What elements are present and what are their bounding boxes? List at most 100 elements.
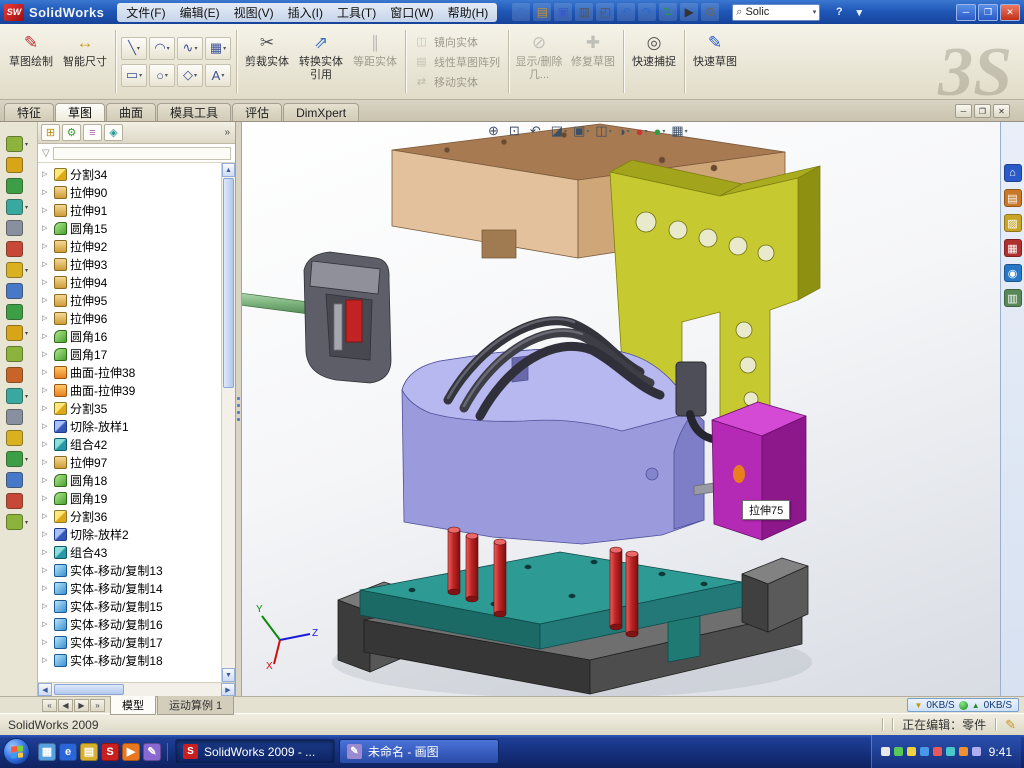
- doc-close-button[interactable]: ✕: [993, 104, 1010, 118]
- flyout-arrow-icon[interactable]: ▾: [25, 456, 31, 463]
- feature-tree-item[interactable]: ▷ 分割36: [38, 507, 221, 525]
- toolbar-button[interactable]: ◎ 快速捕捉: [627, 26, 681, 97]
- toolbar-options-icon[interactable]: ▾: [851, 4, 867, 20]
- flyout-arrow-icon[interactable]: ▾: [25, 330, 31, 337]
- expand-arrow-icon[interactable]: ▷: [42, 278, 51, 286]
- expand-arrow-icon[interactable]: ▷: [42, 206, 51, 214]
- expand-arrow-icon[interactable]: ▷: [42, 584, 51, 592]
- mold-tool-5[interactable]: ▾: [6, 220, 31, 236]
- new-document-icon[interactable]: ▯: [512, 3, 530, 21]
- chevron-down-icon[interactable]: ▾: [223, 45, 226, 52]
- tree-horizontal-scrollbar[interactable]: ◀ ▶: [38, 682, 235, 696]
- hide-show-items-icon[interactable]: ◑ ▾: [618, 124, 630, 139]
- feature-tree-item[interactable]: ▷ 分割34: [38, 165, 221, 183]
- design-library-icon[interactable]: ▤: [1004, 189, 1022, 207]
- previous-view-icon[interactable]: ↶ ▾: [530, 123, 545, 139]
- feature-tree-item[interactable]: ▷ 圆角17: [38, 345, 221, 363]
- expand-arrow-icon[interactable]: ▷: [42, 440, 51, 448]
- chevron-down-icon[interactable]: ▾: [165, 72, 168, 79]
- tray-icon-1[interactable]: [881, 747, 890, 756]
- scroll-up-icon[interactable]: ▲: [222, 163, 235, 177]
- command-tab[interactable]: 曲面: [106, 103, 156, 121]
- mold-tool-2[interactable]: ▾: [6, 157, 31, 173]
- print-icon[interactable]: ▥: [575, 3, 593, 21]
- print-preview-icon[interactable]: ◰: [596, 3, 614, 21]
- mold-tool-17[interactable]: ▾: [6, 472, 31, 488]
- flyout-arrow-icon[interactable]: ▾: [25, 267, 31, 274]
- expand-arrow-icon[interactable]: ▷: [42, 638, 51, 646]
- expand-arrow-icon[interactable]: ▷: [42, 314, 51, 322]
- expand-arrow-icon[interactable]: ▷: [42, 332, 51, 340]
- expand-arrow-icon[interactable]: ▷: [42, 188, 51, 196]
- scroll-left-icon[interactable]: ◀: [38, 683, 52, 696]
- scrollbar-thumb[interactable]: [223, 178, 234, 388]
- mold-tool-10[interactable]: ▾: [6, 325, 31, 341]
- chevron-down-icon[interactable]: ▾: [627, 128, 630, 135]
- expand-arrow-icon[interactable]: ▷: [42, 386, 51, 394]
- tray-icon-2[interactable]: [894, 747, 903, 756]
- arc-icon[interactable]: ◠▾: [149, 37, 175, 60]
- expand-arrow-icon[interactable]: ▷: [42, 260, 51, 268]
- expand-arrow-icon[interactable]: ▷: [42, 566, 51, 574]
- tree-vertical-scrollbar[interactable]: ▲ ▼: [221, 163, 235, 682]
- feature-tree-item[interactable]: ▷ 实体-移动/复制14: [38, 579, 221, 597]
- configurationmanager-tab[interactable]: ≡: [83, 124, 102, 141]
- menu-item[interactable]: 文件(F): [119, 2, 172, 23]
- tray-icon-4[interactable]: [920, 747, 929, 756]
- toolbar-button[interactable]: ▤ 线性草图阵列: [414, 54, 500, 70]
- mold-tool-8[interactable]: ▾: [6, 283, 31, 299]
- chevron-down-icon[interactable]: ▾: [167, 45, 170, 52]
- expand-arrow-icon[interactable]: ▷: [42, 548, 51, 556]
- paint-icon[interactable]: ✎: [143, 743, 161, 761]
- section-view-icon[interactable]: ◪ ▾: [551, 123, 567, 139]
- menu-item[interactable]: 编辑(E): [173, 2, 227, 23]
- apply-scene-icon[interactable]: ● ▾: [653, 124, 665, 139]
- toolbar-button[interactable]: ↔ 智能尺寸: [58, 26, 112, 97]
- document-tab[interactable]: 模型: [110, 696, 156, 715]
- menu-item[interactable]: 窗口(W): [383, 2, 440, 23]
- redo-icon[interactable]: ↷: [638, 3, 656, 21]
- tab-nav-icon[interactable]: «: [42, 699, 57, 712]
- menu-item[interactable]: 帮助(H): [441, 2, 496, 23]
- mold-tool-15[interactable]: ▾: [6, 430, 31, 446]
- restore-button[interactable]: ❐: [978, 4, 998, 21]
- feature-tree-item[interactable]: ▷ 拉伸97: [38, 453, 221, 471]
- expand-arrow-icon[interactable]: ▷: [42, 242, 51, 250]
- expand-arrow-icon[interactable]: ▷: [42, 224, 51, 232]
- feature-tree-item[interactable]: ▷ 拉伸93: [38, 255, 221, 273]
- doc-minimize-button[interactable]: ─: [955, 104, 972, 118]
- chevron-down-icon[interactable]: ▾: [221, 72, 224, 79]
- flyout-arrow-icon[interactable]: ▾: [25, 204, 31, 211]
- command-tab[interactable]: 特征: [4, 103, 54, 121]
- feature-tree-item[interactable]: ▷ 圆角16: [38, 327, 221, 345]
- scroll-right-icon[interactable]: ▶: [221, 683, 235, 696]
- home-icon[interactable]: ⌂: [1004, 164, 1022, 182]
- expand-arrow-icon[interactable]: ▷: [42, 170, 51, 178]
- tray-icon-5[interactable]: [933, 747, 942, 756]
- menu-item[interactable]: 插入(I): [281, 2, 330, 23]
- mold-tool-13[interactable]: ▾: [6, 388, 31, 404]
- internet-explorer-icon[interactable]: e: [59, 743, 77, 761]
- feature-tree-item[interactable]: ▷ 拉伸94: [38, 273, 221, 291]
- solidworks-icon[interactable]: S: [101, 743, 119, 761]
- mold-tool-4[interactable]: ▾: [6, 199, 31, 215]
- document-tab[interactable]: 运动算例 1: [157, 696, 234, 715]
- zoom-fit-icon[interactable]: ⊕ ▾: [488, 123, 503, 139]
- save-icon[interactable]: ▣: [554, 3, 572, 21]
- mold-tool-16[interactable]: ▾: [6, 451, 31, 467]
- feature-tree-item[interactable]: ▷ 拉伸96: [38, 309, 221, 327]
- feature-tree-item[interactable]: ▷ 拉伸92: [38, 237, 221, 255]
- toolbar-button[interactable]: ∥ 等距实体: [348, 26, 402, 97]
- expand-arrow-icon[interactable]: ▷: [42, 476, 51, 484]
- file-explorer-icon[interactable]: ▨: [1004, 214, 1022, 232]
- help-icon[interactable]: ?: [831, 4, 847, 20]
- toolbar-button[interactable]: ✚ 修复草图: [566, 26, 620, 97]
- expand-arrow-icon[interactable]: ▷: [42, 458, 51, 466]
- toolbar-button[interactable]: ⇄ 移动实体: [414, 74, 500, 90]
- expand-arrow-icon[interactable]: ▷: [42, 350, 51, 358]
- mold-tool-11[interactable]: ▾: [6, 346, 31, 362]
- feature-tree-item[interactable]: ▷ 拉伸90: [38, 183, 221, 201]
- expand-arrow-icon[interactable]: ▷: [42, 404, 51, 412]
- chevron-down-icon[interactable]: ▾: [586, 128, 589, 135]
- view-orientation-icon[interactable]: ▣ ▾: [573, 123, 589, 139]
